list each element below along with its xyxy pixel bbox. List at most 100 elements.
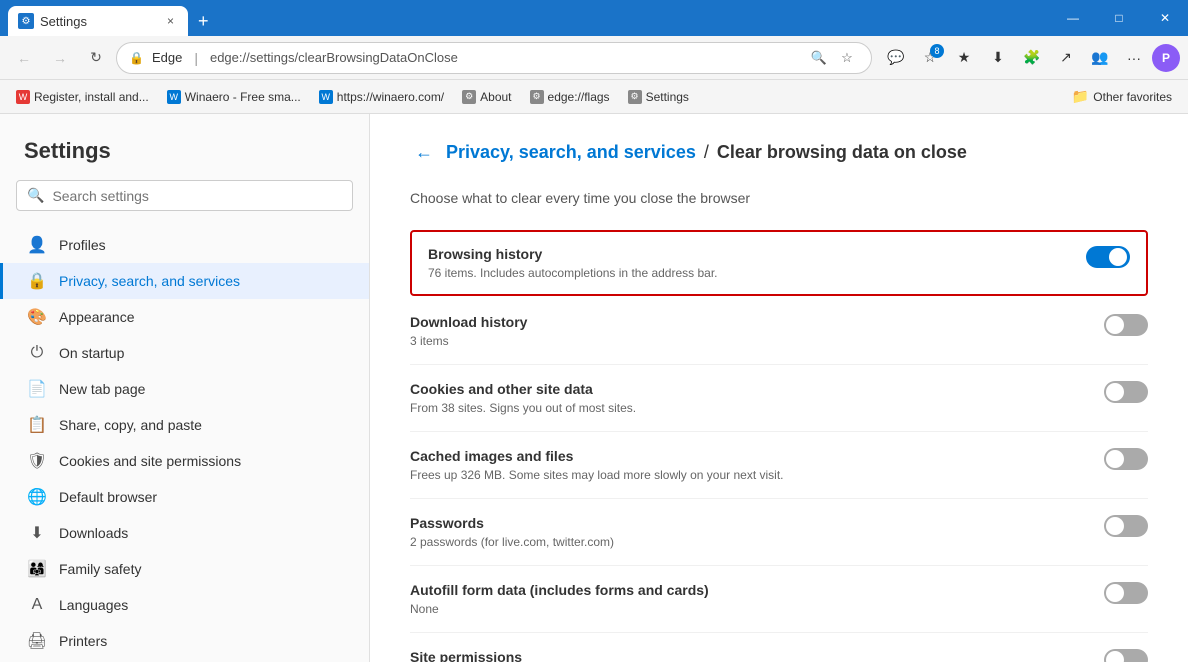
- new-tab-button[interactable]: +: [188, 6, 219, 36]
- toggle-passwords[interactable]: [1104, 515, 1148, 537]
- nav-icon-startup: ⏻: [27, 343, 47, 363]
- other-favorites-label: Other favorites: [1093, 90, 1172, 104]
- setting-title-download-history: Download history: [410, 314, 1104, 330]
- setting-desc-browsing-history: 76 items. Includes autocompletions in th…: [428, 266, 1086, 280]
- bookmark-label-flags: edge://flags: [548, 90, 610, 104]
- setting-item-cookies-site-data: Cookies and other site data From 38 site…: [410, 365, 1148, 432]
- sidebar-item-newtab[interactable]: 📄 New tab page: [0, 371, 369, 407]
- nav-icon-cookies: 🛡: [27, 451, 47, 471]
- address-search-icon[interactable]: 🔍: [807, 46, 831, 70]
- nav-label-newtab: New tab page: [59, 381, 145, 397]
- nav-icon-newtab: 📄: [27, 379, 47, 399]
- maximize-button[interactable]: □: [1096, 0, 1142, 36]
- toggle-knob-site-permissions: [1106, 651, 1124, 662]
- search-input[interactable]: [52, 188, 342, 204]
- sidebar-item-startup[interactable]: ⏻ On startup: [0, 335, 369, 371]
- bookmark-settings[interactable]: ⚙ Settings: [620, 87, 697, 107]
- workspaces-icon[interactable]: 👥: [1084, 42, 1116, 74]
- toggle-download-history[interactable]: [1104, 314, 1148, 336]
- bookmark-about[interactable]: ⚙ About: [454, 87, 519, 107]
- bookmark-label-register: Register, install and...: [34, 90, 149, 104]
- bookmark-favicon-settings: ⚙: [628, 90, 642, 104]
- minimize-button[interactable]: —: [1050, 0, 1096, 36]
- address-right-icons: 🔍 ☆: [807, 46, 859, 70]
- setting-title-autofill: Autofill form data (includes forms and c…: [410, 582, 1104, 598]
- bookmarks-right: 📁 Other favorites: [1064, 85, 1180, 108]
- setting-text-cached-images: Cached images and files Frees up 326 MB.…: [410, 448, 1104, 482]
- toggle-cookies-site-data[interactable]: [1104, 381, 1148, 403]
- favorites-icon[interactable]: ☆ 8: [914, 42, 946, 74]
- nav-label-languages: Languages: [59, 597, 128, 613]
- toggle-knob-autofill: [1106, 584, 1124, 602]
- sidebar-item-printers[interactable]: 🖨 Printers: [0, 623, 369, 659]
- sidebar-item-languages[interactable]: A Languages: [0, 587, 369, 623]
- toggle-knob-browsing-history: [1109, 248, 1127, 266]
- bookmark-register[interactable]: W Register, install and...: [8, 87, 157, 107]
- bookmark-favicon-flags: ⚙: [530, 90, 544, 104]
- split-tab-icon[interactable]: 💬: [880, 42, 912, 74]
- sidebar-item-privacy[interactable]: 🔒 Privacy, search, and services: [0, 263, 369, 299]
- bookmark-favicon-about: ⚙: [462, 90, 476, 104]
- bookmark-winaero1[interactable]: W Winaero - Free sma...: [159, 87, 309, 107]
- toggle-browsing-history[interactable]: [1086, 246, 1130, 268]
- setting-title-cached-images: Cached images and files: [410, 448, 1104, 464]
- setting-title-passwords: Passwords: [410, 515, 1104, 531]
- breadcrumb-parent-link[interactable]: Privacy, search, and services: [446, 142, 696, 163]
- nav-icon-printers: 🖨: [27, 631, 47, 651]
- nav-icon-languages: A: [27, 595, 47, 615]
- collections-icon[interactable]: ★: [948, 42, 980, 74]
- forward-button[interactable]: →: [44, 42, 76, 74]
- address-star-icon[interactable]: ☆: [835, 46, 859, 70]
- back-button[interactable]: ←: [8, 42, 40, 74]
- other-favorites-button[interactable]: 📁 Other favorites: [1064, 85, 1180, 108]
- extensions-icon[interactable]: 🧩: [1016, 42, 1048, 74]
- back-navigation-button[interactable]: ←: [410, 138, 438, 166]
- sidebar-item-family[interactable]: 👨‍👩‍👧 Family safety: [0, 551, 369, 587]
- toggle-knob-cookies-site-data: [1106, 383, 1124, 401]
- address-bar[interactable]: 🔒 Edge | edge://settings/clearBrowsingDa…: [116, 42, 872, 74]
- downloads-icon[interactable]: ⬇: [982, 42, 1014, 74]
- sidebar-item-downloads[interactable]: ⬇ Downloads: [0, 515, 369, 551]
- page-subtitle: Choose what to clear every time you clos…: [410, 190, 1148, 206]
- nav-icon-appearance: 🎨: [27, 307, 47, 327]
- toggle-cached-images[interactable]: [1104, 448, 1148, 470]
- bookmark-favicon-register: W: [16, 90, 30, 104]
- bookmark-winaero2[interactable]: W https://winaero.com/: [311, 87, 452, 107]
- nav-icon-downloads: ⬇: [27, 523, 47, 543]
- sidebar-item-cookies[interactable]: 🛡 Cookies and site permissions: [0, 443, 369, 479]
- refresh-button[interactable]: ↻: [80, 42, 112, 74]
- search-box[interactable]: 🔍: [16, 180, 353, 211]
- sidebar-item-appearance[interactable]: 🎨 Appearance: [0, 299, 369, 335]
- toggle-autofill[interactable]: [1104, 582, 1148, 604]
- nav-icon-share: 📋: [27, 415, 47, 435]
- nav-label-cookies: Cookies and site permissions: [59, 453, 241, 469]
- setting-desc-cookies-site-data: From 38 sites. Signs you out of most sit…: [410, 401, 1104, 415]
- sidebar-item-browser[interactable]: 🌐 Default browser: [0, 479, 369, 515]
- setting-item-download-history: Download history 3 items: [410, 298, 1148, 365]
- settings-title: Settings: [0, 114, 369, 180]
- setting-item-cached-images: Cached images and files Frees up 326 MB.…: [410, 432, 1148, 499]
- close-button[interactable]: ✕: [1142, 0, 1188, 36]
- tab-title: Settings: [40, 14, 157, 29]
- sidebar-item-profiles[interactable]: 👤 Profiles: [0, 227, 369, 263]
- setting-text-site-permissions: Site permissions: [410, 649, 1104, 662]
- bookmark-label-winaero1: Winaero - Free sma...: [185, 90, 301, 104]
- setting-text-download-history: Download history 3 items: [410, 314, 1104, 348]
- nav-right-icons: 💬 ☆ 8 ★ ⬇ 🧩 ↗ 👥 ··· P: [880, 42, 1180, 74]
- toggle-knob-cached-images: [1106, 450, 1124, 468]
- toggle-site-permissions[interactable]: [1104, 649, 1148, 662]
- sidebar-item-share[interactable]: 📋 Share, copy, and paste: [0, 407, 369, 443]
- setting-title-browsing-history: Browsing history: [428, 246, 1086, 262]
- bookmark-favicon-winaero2: W: [319, 90, 333, 104]
- breadcrumb: ← Privacy, search, and services / Clear …: [410, 138, 1148, 166]
- share-icon[interactable]: ↗: [1050, 42, 1082, 74]
- favorites-badge: 8: [930, 44, 944, 58]
- profile-avatar[interactable]: P: [1152, 44, 1180, 72]
- folder-icon: 📁: [1072, 88, 1089, 105]
- bookmark-flags[interactable]: ⚙ edge://flags: [522, 87, 618, 107]
- bookmark-label-winaero2: https://winaero.com/: [337, 90, 444, 104]
- setting-desc-download-history: 3 items: [410, 334, 1104, 348]
- tab-close-button[interactable]: ×: [163, 12, 178, 30]
- active-tab[interactable]: ⚙ Settings ×: [8, 6, 188, 36]
- more-menu-button[interactable]: ···: [1118, 42, 1150, 74]
